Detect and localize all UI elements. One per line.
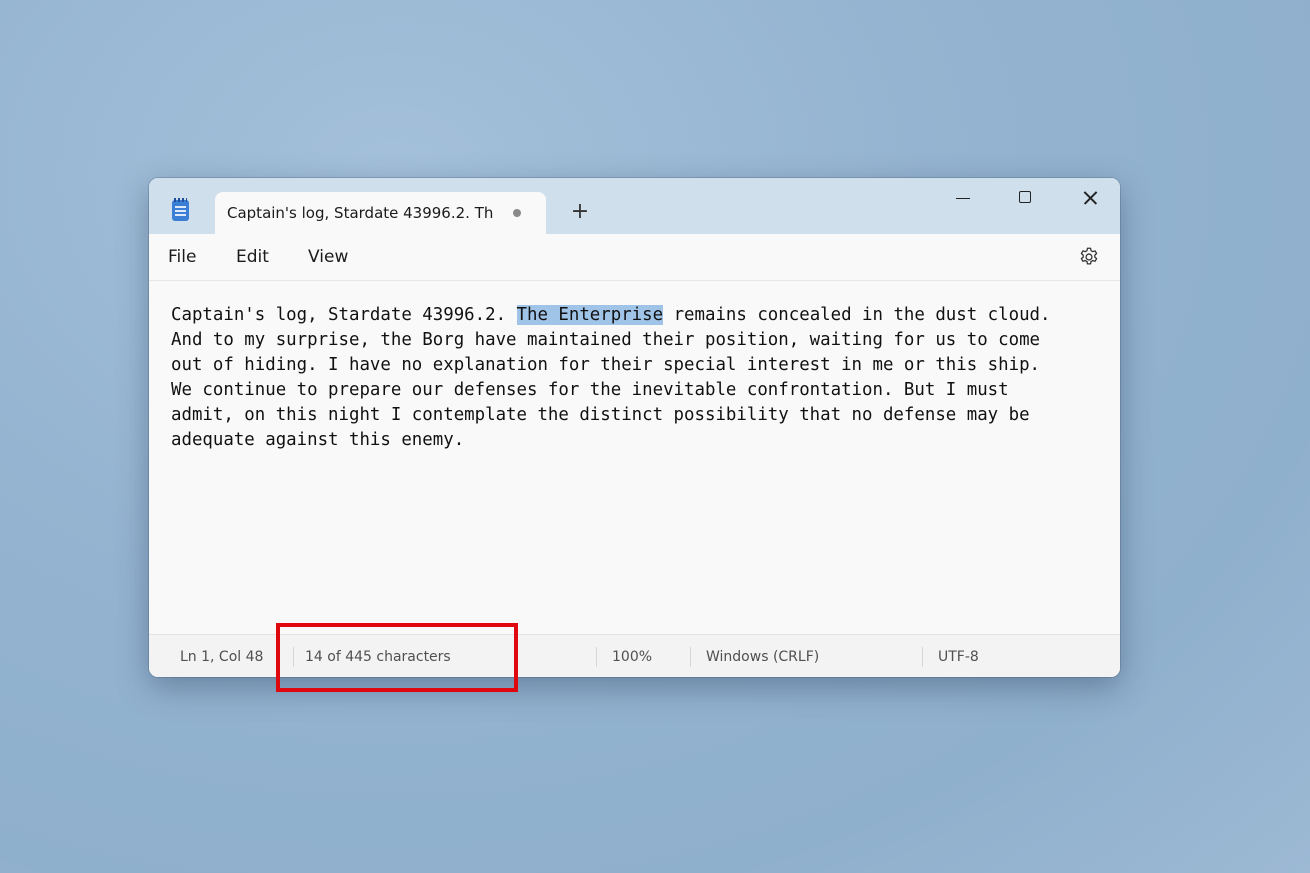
editor-line: admit, on this night I contemplate the d… [171,405,1030,425]
editor-line: Captain's log, Stardate 43996.2. The Ent… [171,303,1111,328]
status-separator [596,647,597,667]
annotation-highlight-box [276,623,518,692]
editor-line: adequate against this enemy. [171,430,465,450]
notepad-window: Captain's log, Stardate 43996.2. Th + Fi… [149,178,1120,677]
status-cursor-position[interactable]: Ln 1, Col 48 [180,649,263,665]
status-separator [922,647,923,667]
maximize-button[interactable] [997,178,1053,218]
tab-document[interactable]: Captain's log, Stardate 43996.2. Th [215,192,546,234]
line-text: remains concealed in the dust cloud. [663,305,1051,325]
menu-file[interactable]: File [168,247,196,267]
editor-line: We continue to prepare our defenses for … [171,380,1009,400]
editor-line: out of hiding. I have no explanation for… [171,355,1041,375]
status-encoding[interactable]: UTF-8 [938,649,979,665]
notepad-icon [172,198,189,221]
menu-bar: File Edit View [149,234,1120,281]
editor-line: And to my surprise, the Borg have mainta… [171,330,1041,350]
line-text: Captain's log, Stardate 43996.2. [171,305,517,325]
new-tab-button[interactable]: + [567,200,593,226]
gear-icon[interactable] [1078,246,1100,268]
menu-view[interactable]: View [308,247,348,267]
title-bar: Captain's log, Stardate 43996.2. Th + [149,178,1120,234]
unsaved-dot-icon[interactable] [513,209,521,217]
menu-edit[interactable]: Edit [236,247,269,267]
minimize-button[interactable] [935,178,991,218]
tab-title: Captain's log, Stardate 43996.2. Th [227,204,494,222]
selected-text: The Enterprise [516,305,664,325]
close-button[interactable] [1061,178,1117,218]
status-separator [690,647,691,667]
text-editor[interactable]: Captain's log, Stardate 43996.2. The Ent… [171,303,1111,603]
status-line-endings[interactable]: Windows (CRLF) [706,649,819,665]
status-zoom[interactable]: 100% [612,649,652,665]
